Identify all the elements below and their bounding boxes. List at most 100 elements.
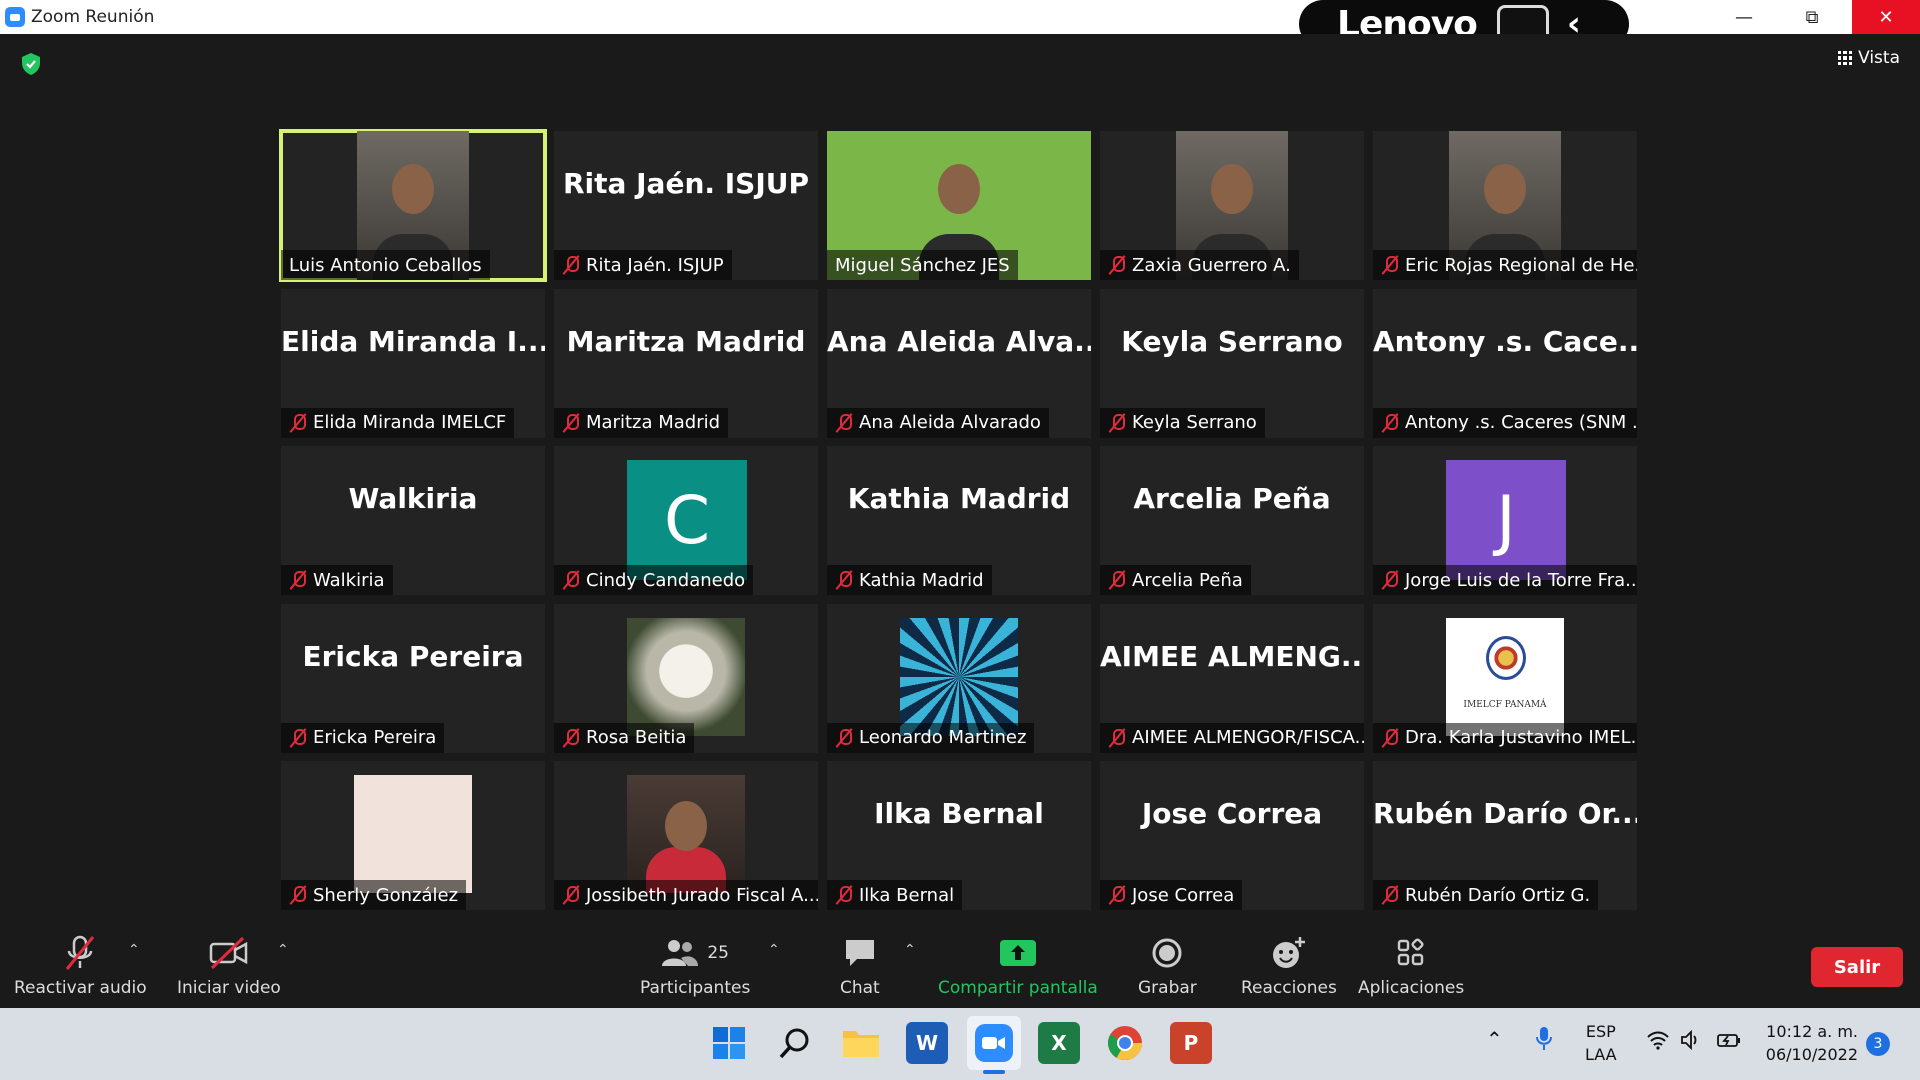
participant-name: Jorge Luis de la Torre Fra...	[1405, 569, 1637, 591]
institution-logo-text: IMELCF PANAMÁ	[1463, 699, 1547, 710]
chrome-icon[interactable]	[1104, 1022, 1146, 1064]
participant-tile-kathia-madrid[interactable]: Kathia Madrid Kathia Madrid	[827, 446, 1091, 595]
participant-video	[627, 617, 745, 736]
participant-tile-ruben-dario-ortiz-g[interactable]: Rubén Darío Or... Rubén Darío Ortiz G.	[1373, 761, 1637, 910]
participant-tile-keyla-serrano[interactable]: Keyla Serrano Keyla Serrano	[1100, 288, 1364, 438]
muted-mic-icon	[63, 932, 97, 974]
participants-button[interactable]: 25 Participantes	[640, 932, 750, 998]
start-video-button[interactable]: Iniciar video	[177, 932, 281, 998]
participant-tile-miguel-sanchez-jes[interactable]: Miguel Sánchez JES	[827, 131, 1091, 280]
language-code: ESP	[1585, 1022, 1616, 1041]
leave-button[interactable]: Salir	[1811, 947, 1903, 987]
participant-name: Miguel Sánchez JES	[835, 254, 1010, 276]
unmute-audio-label: Reactivar audio	[14, 978, 147, 998]
volume-icon[interactable]	[1680, 1029, 1702, 1056]
shield-icon[interactable]	[20, 52, 42, 76]
unmute-audio-button[interactable]: Reactivar audio	[14, 932, 147, 998]
participant-display-name: Jose Correa	[1141, 797, 1323, 830]
active-app-indicator	[983, 1070, 1005, 1074]
meeting-area: Vista Luis Antonio Ceballos Rita Jaén. IS…	[0, 34, 1920, 914]
wifi-icon[interactable]	[1646, 1030, 1670, 1056]
participant-name: Rosa Beitia	[586, 727, 687, 748]
participant-name-label: Zaxia Guerrero A.	[1100, 250, 1299, 280]
participant-tile-zaxia-guerrero-a[interactable]: Zaxia Guerrero A.	[1100, 131, 1364, 280]
chat-button[interactable]: Chat	[840, 932, 880, 998]
participant-name: Rubén Darío Ortiz G.	[1405, 884, 1591, 906]
muted-mic-icon	[835, 570, 853, 590]
zoom-taskbar-icon[interactable]	[967, 1016, 1021, 1070]
search-icon[interactable]	[774, 1022, 816, 1064]
participant-name: Leonardo Martinez	[859, 727, 1027, 748]
participant-display-name: Arcelia Peña	[1133, 482, 1331, 515]
participant-tile-ericka-pereira[interactable]: Ericka Pereira Ericka Pereira	[281, 603, 545, 753]
window-title: Zoom Reunión	[31, 7, 155, 27]
participant-tile-aimee-almengor-fisca[interactable]: AIMEE ALMENG... AIMEE ALMENGOR/FISCA...	[1100, 603, 1364, 753]
chat-options-caret[interactable]: ⌃	[904, 942, 916, 958]
participant-display-name: Rubén Darío Or...	[1373, 797, 1637, 830]
participant-tile-maritza-madrid[interactable]: Maritza Madrid Maritza Madrid	[554, 288, 818, 438]
close-button[interactable]: ✕	[1852, 0, 1920, 34]
participant-tile-elida-miranda-imelcf[interactable]: Elida Miranda I... Elida Miranda IMELCF	[281, 288, 545, 438]
participant-name: Jossibeth Jurado Fiscal A...	[586, 884, 818, 906]
view-button[interactable]: Vista	[1838, 48, 1900, 68]
battery-icon[interactable]	[1716, 1030, 1742, 1056]
participant-tile-dra-karla-justavino-imel[interactable]: IMELCF PANAMÁ Dra. Karla Justavino IMEL..…	[1373, 603, 1637, 753]
windows-start-icon[interactable]	[708, 1022, 750, 1064]
powerpoint-icon[interactable]: P	[1170, 1022, 1212, 1064]
show-hidden-icons-chevron[interactable]: ⌃	[1486, 1028, 1503, 1051]
clock[interactable]: 10:12 a. m. 06/10/2022	[1762, 1020, 1858, 1066]
participant-name: Walkiria	[313, 569, 385, 591]
participant-tile-cindy-candanedo[interactable]: C Cindy Candanedo	[554, 446, 818, 595]
participant-tile-jorge-luis-de-la-torre-fra[interactable]: J Jorge Luis de la Torre Fra...	[1373, 446, 1637, 595]
participant-tile-arcelia-pena[interactable]: Arcelia Peña Arcelia Peña	[1100, 446, 1364, 595]
language-indicator[interactable]: ESP LAA	[1585, 1020, 1617, 1066]
audio-options-caret[interactable]: ⌃	[128, 942, 140, 958]
participant-display-name: Maritza Madrid	[566, 324, 806, 358]
person-head	[938, 163, 980, 214]
video-options-caret[interactable]: ⌃	[277, 942, 289, 958]
participant-name: Rita Jaén. ISJUP	[586, 254, 724, 276]
participant-tile-walkiria[interactable]: Walkiria Walkiria	[281, 446, 545, 595]
view-label: Vista	[1858, 48, 1900, 68]
participant-tile-eric-rojas-regional-de-he[interactable]: Eric Rojas Regional de He...	[1373, 131, 1637, 280]
reactions-button[interactable]: Reacciones	[1241, 932, 1337, 998]
participant-tile-sherly-gonzalez[interactable]: Sherly González	[281, 761, 545, 910]
participant-tile-antony-s-caceres-snm[interactable]: Antony .s. Cace... Antony .s. Caceres (SN…	[1373, 288, 1637, 438]
participant-tile-luis-antonio-ceballos[interactable]: Luis Antonio Ceballos	[279, 129, 547, 282]
participant-name: Ana Aleida Alvarado	[859, 412, 1041, 433]
keyboard-layout: LAA	[1585, 1045, 1617, 1064]
participant-name-label: Kathia Madrid	[827, 565, 992, 595]
minimize-button[interactable]: —	[1710, 0, 1778, 34]
participant-tile-rosa-beitia[interactable]: Rosa Beitia	[554, 603, 818, 753]
notification-badge[interactable]: 3	[1866, 1032, 1890, 1056]
participant-video	[627, 775, 745, 893]
participants-label: Participantes	[640, 978, 751, 998]
person-head	[1211, 163, 1253, 214]
word-icon[interactable]: W	[906, 1022, 948, 1064]
share-screen-button[interactable]: Compartir pantalla	[938, 932, 1098, 998]
record-button[interactable]: Grabar	[1138, 932, 1197, 998]
participant-display-name: Rita Jaén. ISJUP	[562, 167, 810, 200]
file-explorer-icon[interactable]	[840, 1022, 882, 1064]
apps-button[interactable]: Aplicaciones	[1358, 932, 1464, 998]
participant-display-name: Ericka Pereira	[302, 639, 524, 673]
participant-tile-leonardo-martinez[interactable]: Leonardo Martinez	[827, 603, 1091, 753]
participant-name: Antony .s. Caceres (SNM ...	[1405, 412, 1637, 433]
participant-tile-jossibeth-jurado-fiscal-a[interactable]: Jossibeth Jurado Fiscal A...	[554, 761, 818, 910]
participant-name-label: Rosa Beitia	[554, 722, 695, 753]
participant-avatar: J	[1446, 460, 1566, 580]
restore-button[interactable]: ⧉	[1778, 0, 1846, 34]
participants-options-caret[interactable]: ⌃	[768, 942, 780, 958]
participant-name-label: Rita Jaén. ISJUP	[554, 250, 732, 280]
participant-name: Zaxia Guerrero A.	[1132, 254, 1291, 276]
participant-name-label: Cindy Candanedo	[554, 565, 754, 595]
participant-name-label: Ericka Pereira	[281, 722, 445, 753]
participant-name: Jose Correa	[1132, 884, 1235, 906]
participant-avatar: C	[627, 460, 747, 580]
microphone-tray-icon[interactable]	[1535, 1026, 1553, 1058]
excel-icon[interactable]: X	[1038, 1022, 1080, 1064]
participant-tile-rita-jaen-isjup[interactable]: Rita Jaén. ISJUP Rita Jaén. ISJUP	[554, 131, 818, 280]
participant-tile-ana-aleida-alvarado[interactable]: Ana Aleida Alva... Ana Aleida Alvarado	[827, 288, 1091, 438]
participant-tile-ilka-bernal[interactable]: Ilka Bernal Ilka Bernal	[827, 761, 1091, 910]
participant-tile-jose-correa[interactable]: Jose Correa Jose Correa	[1100, 761, 1364, 910]
